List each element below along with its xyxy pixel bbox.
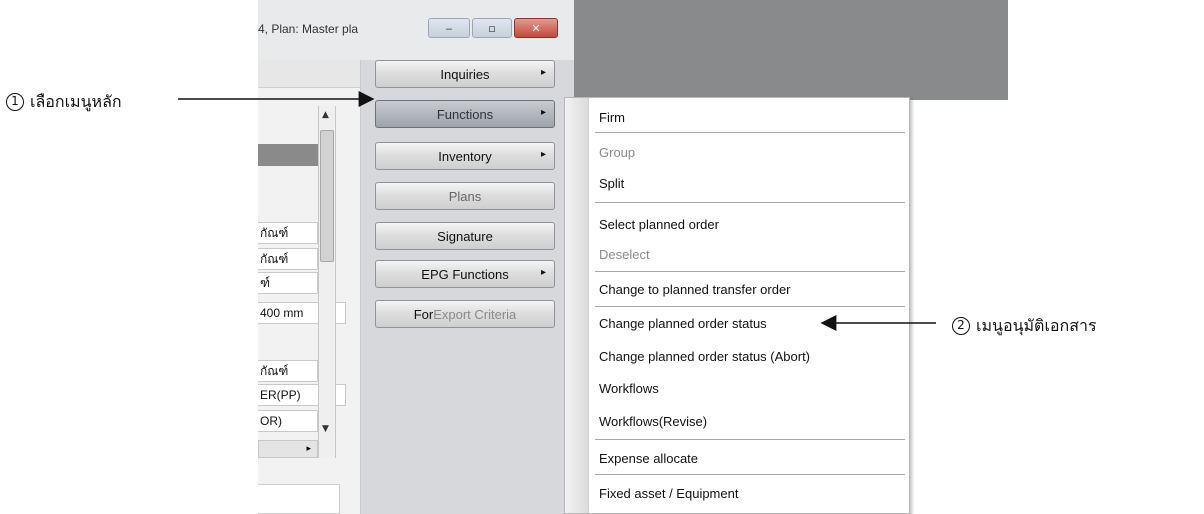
annotation-arrows: [178, 91, 936, 331]
